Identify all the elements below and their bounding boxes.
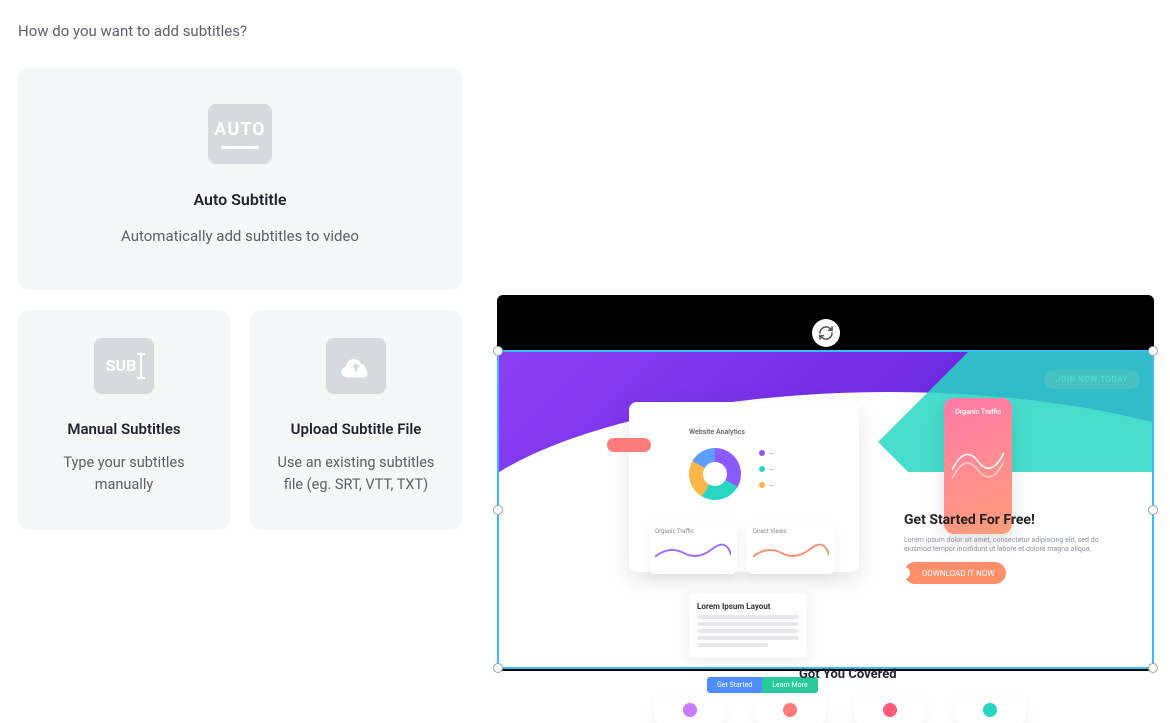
auto-icon-label: AUTO [214, 119, 265, 140]
download-button: DOWNLOAD IT NOW [904, 562, 1006, 584]
panel-heading: How do you want to add subtitles? [18, 22, 462, 40]
manual-title: Manual Subtitles [67, 420, 180, 438]
text-cursor-icon [140, 355, 142, 377]
hero-cta-button: JOIN NOW TODAY [1044, 370, 1140, 389]
feature-icon-row [654, 697, 1142, 723]
upload-cloud-icon [326, 338, 386, 394]
option-manual-subtitles[interactable]: SUB Manual Subtitles Type your subtitles… [18, 310, 230, 531]
option-upload-subtitle-file[interactable]: Upload Subtitle File Use an existing sub… [250, 310, 462, 531]
hero-copy: Get Started For Free! Lorem ipsum dolor … [904, 512, 1114, 584]
manual-icon: SUB [94, 338, 154, 394]
video-canvas[interactable]: JOIN NOW TODAY Website Analytics — — — O… [497, 295, 1154, 671]
device-mockups: Website Analytics — — — Organic Traffic … [629, 402, 859, 572]
hero-body: Lorem ipsum dolor sit amet, consectetur … [904, 536, 1114, 554]
selected-media-frame[interactable]: JOIN NOW TODAY Website Analytics — — — O… [497, 350, 1154, 669]
resize-handle-e[interactable] [1148, 505, 1158, 515]
manual-desc: Type your subtitles manually [36, 452, 212, 497]
resize-handle-w[interactable] [493, 505, 503, 515]
manual-icon-label: SUB [106, 356, 137, 375]
mini-chart-panel: Organic Traffic [649, 522, 737, 574]
resize-handle-ne[interactable] [1148, 346, 1158, 356]
sync-icon[interactable] [812, 319, 840, 347]
upload-title: Upload Subtitle File [291, 420, 422, 438]
hero-heading: Get Started For Free! [904, 512, 1114, 528]
resize-handle-sw[interactable] [493, 663, 503, 673]
dashboard-title: Website Analytics [689, 428, 745, 436]
auto-title: Auto Subtitle [48, 190, 432, 209]
monitor-mockup: Website Analytics — — — Organic Traffic … [629, 402, 859, 572]
text-card: Lorem Ipsum Layout [689, 594, 807, 658]
option-auto-subtitle[interactable]: AUTO Auto Subtitle Automatically add sub… [18, 68, 462, 290]
mini-chart-panel: Direct Views [747, 522, 835, 574]
donut-chart-icon [689, 448, 741, 500]
resize-handle-se[interactable] [1148, 663, 1158, 673]
upload-desc: Use an existing subtitles file (eg. SRT,… [268, 452, 444, 497]
legend-icon: — — — [759, 450, 774, 490]
subtitle-options-panel: How do you want to add subtitles? AUTO A… [0, 0, 480, 683]
auto-icon: AUTO [208, 104, 272, 164]
auto-icon-underline [221, 146, 259, 149]
auto-desc: Automatically add subtitles to video [48, 225, 432, 248]
section-heading: Got You Covered [799, 667, 897, 682]
resize-handle-nw[interactable] [493, 346, 503, 356]
